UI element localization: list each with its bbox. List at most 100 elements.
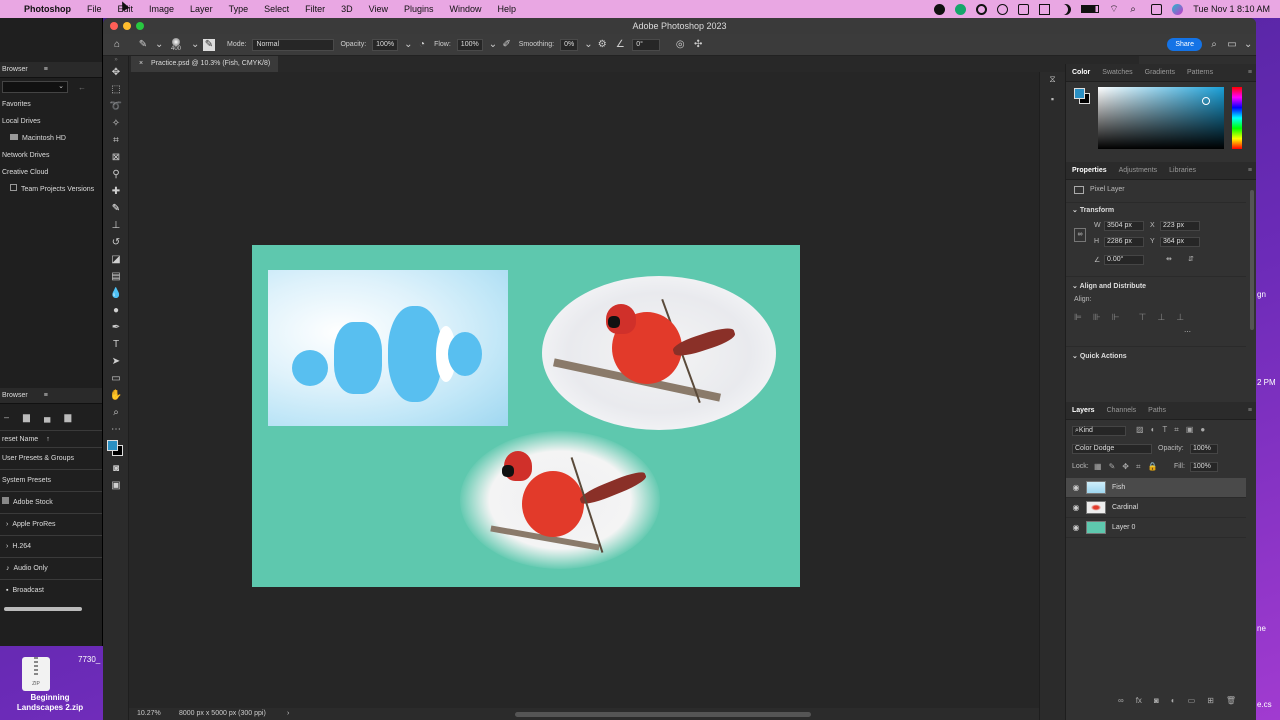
menu-file[interactable]: File	[79, 0, 110, 18]
width-field[interactable]: 3504 px	[1104, 221, 1144, 231]
lasso-tool-icon[interactable]: ➰	[103, 98, 129, 115]
brush-tool-icon[interactable]: ✎	[103, 200, 129, 217]
quick-mask-icon[interactable]: ◙	[103, 460, 129, 477]
blend-mode-select[interactable]: Color Dodge	[1072, 444, 1152, 454]
adjustment-layer-icon[interactable]: ◐	[1171, 696, 1176, 705]
apple-prores-item[interactable]: › Apple ProRes	[0, 513, 102, 535]
panel-menu-icon[interactable]: ≡	[1248, 167, 1256, 174]
menu-image[interactable]: Image	[141, 0, 182, 18]
zoom-level[interactable]: 10.27%	[137, 708, 161, 720]
lock-position-icon[interactable]: ✥	[1122, 462, 1129, 472]
macintosh-hd-item[interactable]: Macintosh HD	[0, 130, 102, 147]
fill-field[interactable]: 100%	[1190, 462, 1218, 472]
workspace-icon[interactable]: ▭	[1226, 39, 1238, 51]
chevron-down-icon[interactable]: ⌄	[155, 39, 163, 51]
brush-preset-icon[interactable]: ✎	[137, 39, 149, 51]
horizontal-scrollbar[interactable]	[4, 607, 82, 611]
adjustment-filter-icon[interactable]: ◐	[1151, 425, 1156, 435]
document-tab[interactable]: × Practice.psd @ 10.3% (Fish, CMYK/8)	[131, 56, 279, 72]
layer-row[interactable]: ◉ Layer 0	[1066, 518, 1246, 538]
clock[interactable]: Tue Nov 1 8:10 AM	[1193, 4, 1270, 14]
flow-field[interactable]: 100%	[456, 38, 483, 51]
location-select[interactable]: ⌄	[2, 81, 68, 93]
broadcast-item[interactable]: ▪ Broadcast	[0, 579, 102, 601]
h264-item[interactable]: › H.264	[0, 535, 102, 557]
panel-menu-icon[interactable]: ≡	[1248, 407, 1256, 414]
eraser-tool-icon[interactable]: ◪	[103, 251, 129, 268]
align-middle-icon[interactable]: ⊥	[1157, 312, 1165, 323]
angle-field[interactable]: 0°	[632, 38, 661, 51]
opacity-field[interactable]: 100%	[372, 38, 399, 51]
siri-icon[interactable]	[1172, 3, 1184, 15]
menu-icon[interactable]: ≡	[44, 66, 48, 73]
minimize-window-button[interactable]	[123, 22, 131, 30]
lock-image-icon[interactable]: ✎	[1109, 462, 1116, 472]
type-tool-icon[interactable]: T	[103, 336, 129, 353]
chevron-down-icon[interactable]: ⌄	[489, 39, 497, 51]
lock-transparent-icon[interactable]: ▦	[1094, 462, 1102, 472]
system-presets-item[interactable]: System Presets	[0, 469, 102, 491]
quick-select-tool-icon[interactable]: ✧	[103, 115, 129, 132]
more-tools-icon[interactable]: ⋯	[103, 421, 129, 438]
gradient-tool-icon[interactable]: ▤	[103, 268, 129, 285]
chevron-down-icon[interactable]: ⌄	[191, 39, 199, 51]
eye-icon[interactable]: ◉	[1066, 523, 1086, 532]
team-projects-item[interactable]: Team Projects Versions	[0, 181, 102, 198]
close-tab-icon[interactable]: ×	[139, 60, 143, 67]
transform-section[interactable]: ⌄ Transform	[1066, 204, 1114, 218]
menu-filter[interactable]: Filter	[297, 0, 333, 18]
wifi-icon[interactable]: ⌔	[1109, 4, 1120, 15]
crop-tool-icon[interactable]: ⌗	[103, 132, 129, 149]
user-presets-item[interactable]: User Presets & Groups	[0, 447, 102, 469]
collapse-icon[interactable]: »	[103, 56, 129, 64]
hand-tool-icon[interactable]: ✋	[103, 387, 129, 404]
layer-row[interactable]: ◉ Cardinal	[1066, 498, 1246, 518]
menu-plugins[interactable]: Plugins	[396, 0, 442, 18]
align-center-icon[interactable]: ⊪	[1093, 312, 1101, 323]
screen-mode-icon[interactable]: ▣	[103, 477, 129, 494]
local-drives-item[interactable]: Local Drives	[0, 113, 102, 130]
menu-window[interactable]: Window	[442, 0, 490, 18]
close-window-button[interactable]	[110, 22, 118, 30]
layer-opacity-field[interactable]: 100%	[1190, 444, 1218, 454]
tab-libraries[interactable]: Libraries	[1169, 167, 1196, 174]
home-icon[interactable]: ⌂	[111, 39, 123, 51]
desktop-file-item[interactable]: ZIP Beginning Landscapes 2.zip 7730_	[0, 651, 100, 720]
creative-cloud-item[interactable]: Creative Cloud	[0, 164, 102, 181]
filter-toggle-icon[interactable]: ●	[1200, 425, 1205, 435]
record-icon[interactable]	[934, 3, 946, 15]
comment-icon[interactable]: ▪	[1040, 94, 1065, 110]
pen-tool-icon[interactable]: ✒	[103, 319, 129, 336]
search-icon[interactable]: ⌕	[1130, 4, 1141, 15]
history-icon[interactable]: ⧖	[1040, 74, 1065, 90]
flip-horizontal-icon[interactable]: ⇹	[1166, 255, 1172, 263]
tab-color[interactable]: Color	[1072, 69, 1090, 76]
adobe-stock-item[interactable]: Adobe Stock	[0, 491, 102, 513]
color-field[interactable]	[1098, 87, 1224, 149]
add-mask-icon[interactable]: ◙	[1154, 696, 1159, 705]
tab-gradients[interactable]: Gradients	[1145, 69, 1175, 76]
zoom-tool-icon[interactable]: ⌕	[103, 404, 129, 421]
mode-select[interactable]: Normal	[252, 38, 335, 51]
tab-layers[interactable]: Layers	[1072, 407, 1095, 414]
chevron-right-icon[interactable]: ›	[287, 708, 289, 720]
pixel-filter-icon[interactable]: ▨	[1136, 425, 1144, 435]
tab-paths[interactable]: Paths	[1148, 407, 1166, 414]
new-layer-icon[interactable]: ⊞	[1207, 696, 1214, 705]
brush-settings-icon[interactable]: ✎	[203, 38, 215, 51]
smart-object-filter-icon[interactable]: ▣	[1186, 425, 1194, 435]
eye-icon[interactable]: ◉	[1066, 503, 1086, 512]
foreground-color-swatch[interactable]	[1074, 88, 1085, 99]
network-drives-item[interactable]: Network Drives	[0, 147, 102, 164]
rotation-field[interactable]: 0.00°	[1104, 255, 1144, 265]
chevron-down-icon[interactable]: ⌄	[584, 39, 592, 51]
sync-icon[interactable]	[997, 3, 1009, 15]
screen-icon[interactable]	[1018, 3, 1030, 15]
horizontal-scroll-thumb[interactable]	[515, 712, 811, 717]
zoom-window-button[interactable]	[136, 22, 144, 30]
image-icon[interactable]: ▆	[64, 412, 71, 423]
menu-select[interactable]: Select	[256, 0, 297, 18]
shape-filter-icon[interactable]: ⌗	[1174, 425, 1179, 435]
tab-properties[interactable]: Properties	[1072, 167, 1107, 174]
align-left-icon[interactable]: ⊫	[1074, 312, 1082, 323]
